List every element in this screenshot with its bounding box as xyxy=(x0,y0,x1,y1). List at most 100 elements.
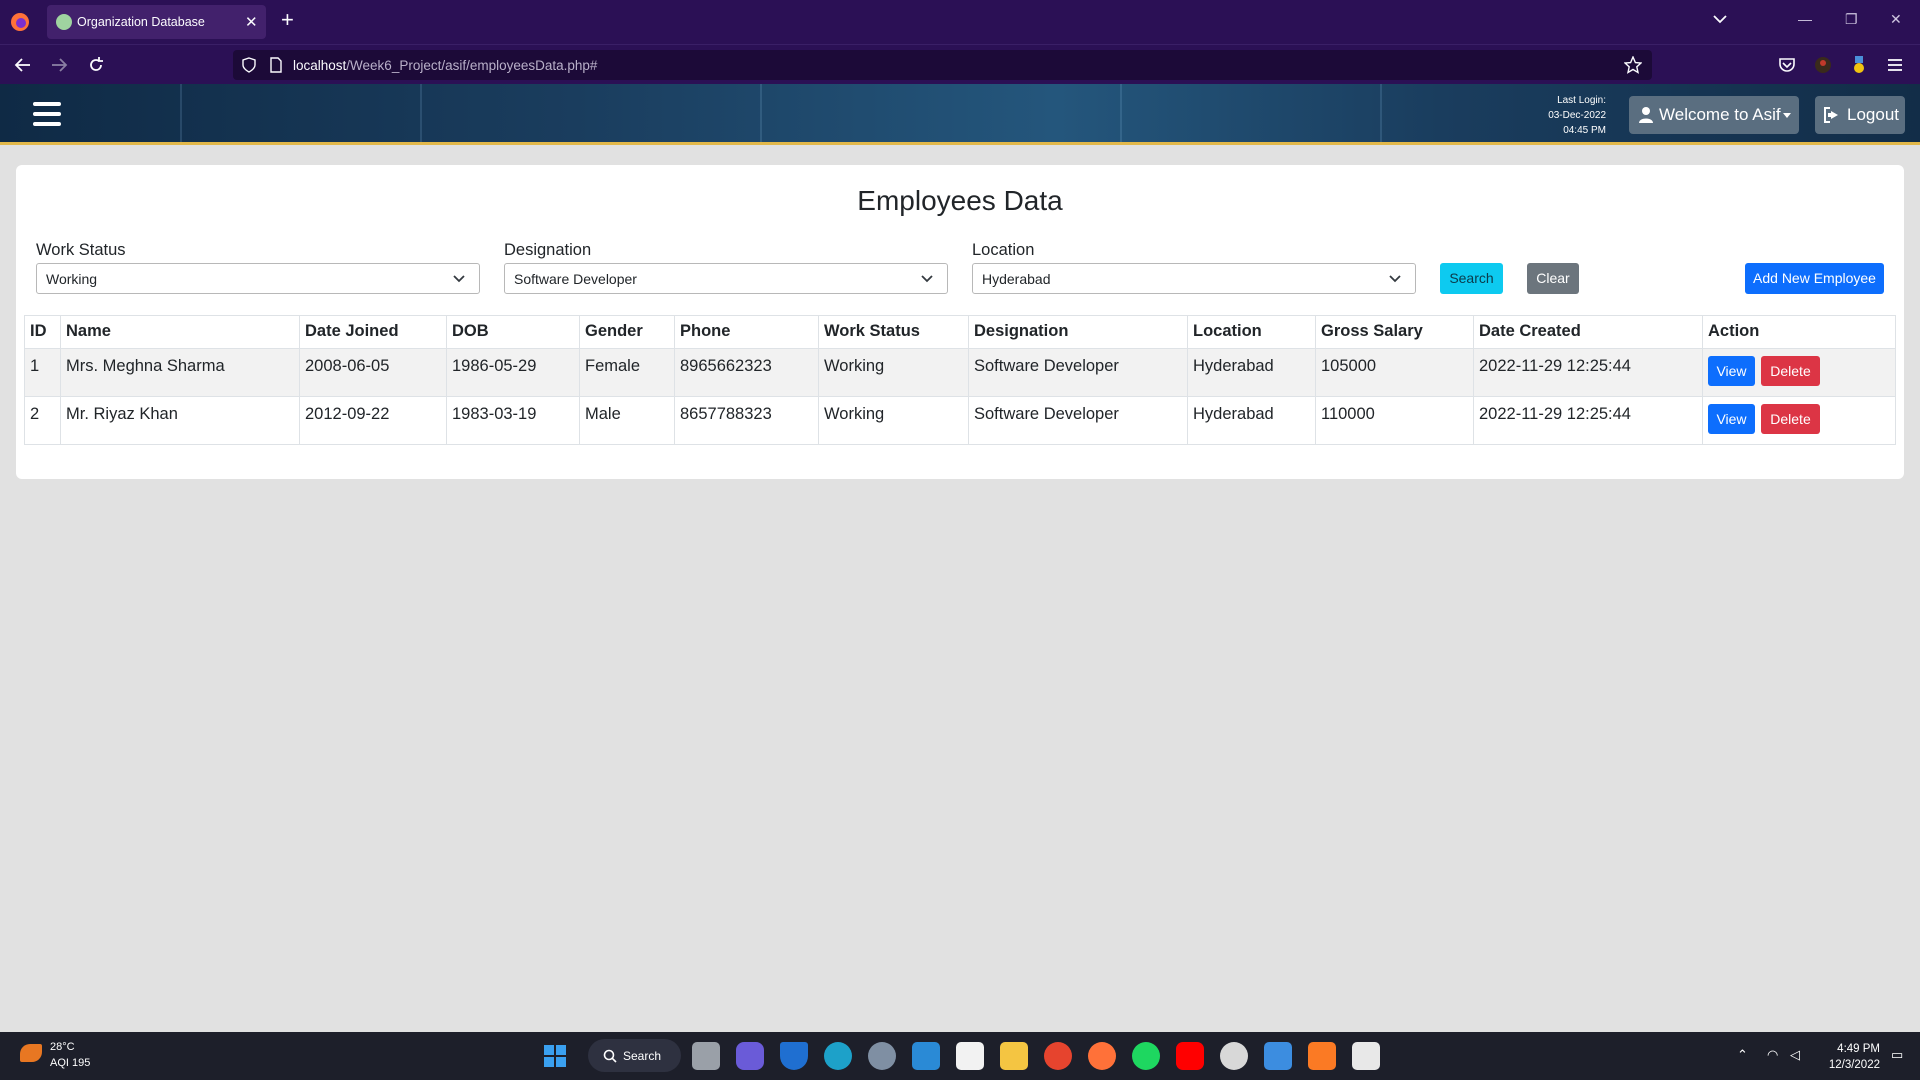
cell-gross-salary: 105000 xyxy=(1315,348,1474,397)
cell-name: Mrs. Meghna Sharma xyxy=(60,348,300,397)
view-button[interactable]: View xyxy=(1708,404,1755,434)
weather-temperature[interactable]: 28°C xyxy=(50,1041,75,1053)
clock-date: 12/3/2022 xyxy=(1828,1059,1880,1071)
cell-location: Hyderabad xyxy=(1187,348,1316,397)
cell-phone: 8965662323 xyxy=(674,348,819,397)
header-decoration xyxy=(420,84,422,142)
clock-app-icon[interactable] xyxy=(1220,1042,1248,1070)
url-path: /Week6_Project/asif/employeesData.php# xyxy=(346,58,598,73)
forward-icon[interactable] xyxy=(49,55,69,75)
defender-shield-icon[interactable] xyxy=(780,1042,808,1070)
minimize-icon[interactable]: — xyxy=(1798,11,1812,27)
designation-value: Software Developer xyxy=(514,271,637,287)
volume-icon[interactable]: ◁ xyxy=(1790,1047,1800,1063)
header-decoration xyxy=(180,84,182,142)
page-title: Employees Data xyxy=(857,185,1063,216)
cell-date-joined: 2008-06-05 xyxy=(299,348,447,397)
spotify-icon[interactable] xyxy=(1132,1042,1160,1070)
url-bar[interactable]: localhost/Week6_Project/asif/employeesDa… xyxy=(233,50,1652,80)
task-view-icon[interactable] xyxy=(692,1042,720,1070)
vscode-icon[interactable] xyxy=(912,1042,940,1070)
chrome-icon[interactable] xyxy=(1044,1042,1072,1070)
restore-icon[interactable]: ❐ xyxy=(1845,11,1858,28)
delete-button[interactable]: Delete xyxy=(1761,404,1820,434)
notion-icon[interactable] xyxy=(956,1042,984,1070)
firefox-taskbar-icon[interactable] xyxy=(1088,1042,1116,1070)
cell-action: View Delete xyxy=(1702,396,1896,445)
url-text[interactable]: localhost/Week6_Project/asif/employeesDa… xyxy=(293,58,597,73)
delete-button[interactable]: Delete xyxy=(1761,356,1820,386)
wifi-icon[interactable]: ◠ xyxy=(1767,1047,1778,1063)
settings-gear-icon[interactable] xyxy=(868,1042,896,1070)
file-explorer-icon[interactable] xyxy=(1000,1042,1028,1070)
last-login-date: 03-Dec-2022 xyxy=(1548,110,1606,121)
location-select[interactable]: Hyderabad xyxy=(972,263,1416,294)
cell-work-status: Working xyxy=(818,396,969,445)
column-header-work-status: Work Status xyxy=(818,315,969,349)
extension-medal-icon[interactable] xyxy=(1849,55,1869,75)
view-button[interactable]: View xyxy=(1708,356,1755,386)
search-icon xyxy=(603,1049,617,1063)
clock-time: 4:49 PM xyxy=(1837,1043,1880,1055)
employees-table: ID Name Date Joined DOB Gender Phone Wor… xyxy=(24,315,1896,445)
designation-select[interactable]: Software Developer xyxy=(504,263,948,294)
designation-label: Designation xyxy=(504,241,592,259)
notification-icon[interactable]: ▭ xyxy=(1891,1047,1903,1063)
column-header-designation: Designation xyxy=(968,315,1188,349)
column-header-gender: Gender xyxy=(579,315,675,349)
reload-icon[interactable] xyxy=(86,55,106,75)
column-header-gross-salary: Gross Salary xyxy=(1315,315,1474,349)
shield-icon[interactable] xyxy=(241,57,257,73)
cell-work-status: Working xyxy=(818,348,969,397)
caret-down-icon xyxy=(1783,113,1791,118)
sign-out-icon xyxy=(1824,107,1838,123)
window-close-icon[interactable]: ✕ xyxy=(1890,11,1902,28)
search-button[interactable]: Search xyxy=(1440,263,1503,294)
show-hidden-icons-icon[interactable]: ⌃ xyxy=(1737,1047,1748,1063)
column-header-date-created: Date Created xyxy=(1473,315,1703,349)
edge-icon[interactable] xyxy=(824,1042,852,1070)
account-avatar-icon[interactable] xyxy=(1813,55,1833,75)
new-tab-icon[interactable]: + xyxy=(281,9,294,31)
column-header-action: Action xyxy=(1702,315,1896,349)
employees-card: Employees Data Work Status Working Desig… xyxy=(16,165,1904,479)
youtube-icon[interactable] xyxy=(1176,1042,1204,1070)
taskbar-search-button[interactable]: Search xyxy=(588,1039,681,1072)
work-status-select[interactable]: Working xyxy=(36,263,480,294)
cell-dob: 1983-03-19 xyxy=(446,396,580,445)
cell-gender: Female xyxy=(579,348,675,397)
teams-chat-icon[interactable] xyxy=(736,1042,764,1070)
header-decoration xyxy=(760,84,762,142)
xampp-icon[interactable] xyxy=(1308,1042,1336,1070)
cell-id: 2 xyxy=(24,396,61,445)
windows-start-icon[interactable] xyxy=(541,1042,569,1070)
pocket-icon[interactable] xyxy=(1777,55,1797,75)
column-header-phone: Phone xyxy=(674,315,819,349)
app-menu-icon[interactable] xyxy=(1885,55,1905,75)
last-login-info: Last Login: 03-Dec-2022 04:45 PM xyxy=(1530,93,1606,138)
weather-aqi[interactable]: AQI 195 xyxy=(50,1057,90,1069)
store-icon[interactable] xyxy=(1264,1042,1292,1070)
logout-button[interactable]: Logout xyxy=(1815,96,1905,134)
table-header-row: ID Name Date Joined DOB Gender Phone Wor… xyxy=(24,315,1896,349)
clear-button[interactable]: Clear xyxy=(1527,263,1579,294)
user-dropdown-button[interactable]: Welcome to Asif xyxy=(1629,96,1799,134)
snipping-tool-icon[interactable] xyxy=(1352,1042,1380,1070)
cell-id: 1 xyxy=(24,348,61,397)
site-favicon-icon xyxy=(56,14,72,30)
menu-toggle-icon[interactable] xyxy=(33,102,61,126)
browser-tab[interactable]: Organization Database ✕ xyxy=(47,5,266,39)
taskbar-clock[interactable]: 4:49 PM 12/3/2022 xyxy=(1810,1041,1880,1073)
list-all-tabs-icon[interactable] xyxy=(1713,14,1727,24)
bookmark-star-icon[interactable] xyxy=(1624,56,1642,74)
firefox-icon[interactable] xyxy=(10,12,30,32)
browser-nav-bar: localhost/Week6_Project/asif/employeesDa… xyxy=(0,44,1920,84)
back-icon[interactable] xyxy=(13,55,33,75)
close-tab-icon[interactable]: ✕ xyxy=(245,13,258,31)
weather-leaf-icon[interactable] xyxy=(20,1044,42,1062)
cell-gross-salary: 110000 xyxy=(1315,396,1474,445)
page-icon[interactable] xyxy=(269,57,283,73)
logout-label: Logout xyxy=(1847,105,1899,124)
location-value: Hyderabad xyxy=(982,271,1051,287)
add-new-employee-button[interactable]: Add New Employee xyxy=(1745,263,1884,294)
